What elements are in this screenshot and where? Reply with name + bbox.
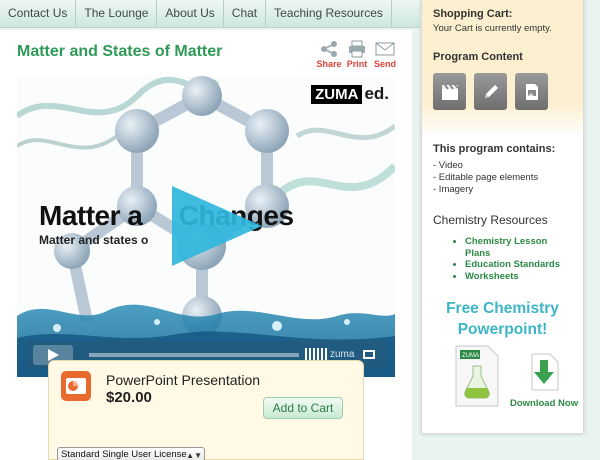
cart-heading: Shopping Cart:: [433, 8, 513, 20]
license-select[interactable]: Standard Single User License ▲▼: [57, 447, 205, 460]
list-item: - Editable page elements: [433, 172, 539, 183]
link-worksheets[interactable]: Worksheets: [465, 271, 572, 283]
chemistry-document-icon: ZUMA ed: [455, 345, 499, 407]
link-chemistry-lesson-plans[interactable]: Chemistry Lesson Plans: [465, 236, 572, 259]
select-arrow-icon: ▲▼: [186, 451, 202, 460]
brand-name: ZUMA: [311, 84, 363, 104]
nav-teaching-resources[interactable]: Teaching Resources: [266, 0, 392, 27]
promo-line-1: Free Chemistry: [446, 300, 559, 317]
resources-list: Chemistry Lesson Plans Education Standar…: [465, 236, 572, 282]
svg-text:ZUMA ed: ZUMA ed: [462, 353, 487, 359]
download-now-link[interactable]: Download Now: [510, 398, 578, 409]
video-player[interactable]: ZUMA ed. Matter a Changes Matter and sta…: [17, 76, 395, 377]
license-selected-value: Standard Single User License: [61, 449, 187, 460]
download-icon[interactable]: [526, 352, 560, 392]
document-image-icon: [515, 73, 548, 110]
printer-icon: [349, 40, 365, 58]
promo-download: ZUMA ed Download Now: [433, 344, 578, 414]
print-button[interactable]: Print: [346, 40, 368, 69]
product-title: PowerPoint Presentation: [106, 372, 261, 388]
nav-the-lounge[interactable]: The Lounge: [76, 0, 158, 27]
send-label: Send: [374, 59, 397, 69]
program-content-heading: Program Content: [433, 51, 523, 63]
print-label: Print: [346, 59, 368, 69]
program-icons: [433, 73, 572, 110]
share-label: Share: [316, 59, 342, 69]
nav-contact-us[interactable]: Contact Us: [0, 0, 77, 27]
page-tools: Share Print Send: [316, 40, 396, 69]
page-title: Matter and States of Matter: [17, 43, 223, 60]
fullscreen-icon[interactable]: [363, 350, 375, 359]
send-button[interactable]: Send: [374, 40, 396, 69]
seek-bar[interactable]: [89, 353, 299, 357]
player-logo: zuma: [330, 349, 355, 360]
video-subtitle-text: Matter and states o: [39, 233, 149, 247]
promo-title[interactable]: Free Chemistry Powerpoint!: [433, 298, 572, 340]
share-icon: [321, 41, 337, 57]
share-button[interactable]: Share: [316, 40, 342, 69]
list-item: - Video: [433, 160, 463, 171]
contains-list: - Video - Editable page elements - Image…: [433, 160, 572, 196]
link-education-standards[interactable]: Education Standards: [465, 259, 572, 271]
product-price: $20.00: [106, 389, 152, 406]
nav-about-us[interactable]: About Us: [157, 0, 224, 27]
powerpoint-icon: [61, 371, 91, 401]
brand-logo: ZUMA ed.: [311, 84, 389, 104]
play-icon[interactable]: [154, 184, 264, 268]
product-box: PowerPoint Presentation $20.00 Add to Ca…: [48, 360, 364, 460]
nav-chat[interactable]: Chat: [224, 0, 267, 27]
contains-heading: This program contains:: [433, 143, 556, 155]
sidebar-top-panel: Shopping Cart: Your Cart is currently em…: [422, 0, 583, 138]
promo-line-2: Powerpoint!: [457, 321, 548, 338]
resources-heading: Chemistry Resources: [433, 213, 548, 227]
add-to-cart-button[interactable]: Add to Cart: [263, 397, 343, 419]
list-item: - Imagery: [433, 184, 474, 195]
brand-suffix: ed.: [364, 84, 389, 103]
envelope-icon: [375, 42, 395, 56]
video-clapper-icon: [433, 73, 466, 110]
pencil-edit-icon: [474, 73, 507, 110]
sidebar: Shopping Cart: Your Cart is currently em…: [421, 0, 584, 434]
sidebar-body: This program contains: - Video - Editabl…: [422, 138, 583, 419]
cart-status: Your Cart is currently empty.: [433, 23, 552, 34]
top-nav: Contact Us The Lounge About Us Chat Teac…: [0, 0, 420, 28]
